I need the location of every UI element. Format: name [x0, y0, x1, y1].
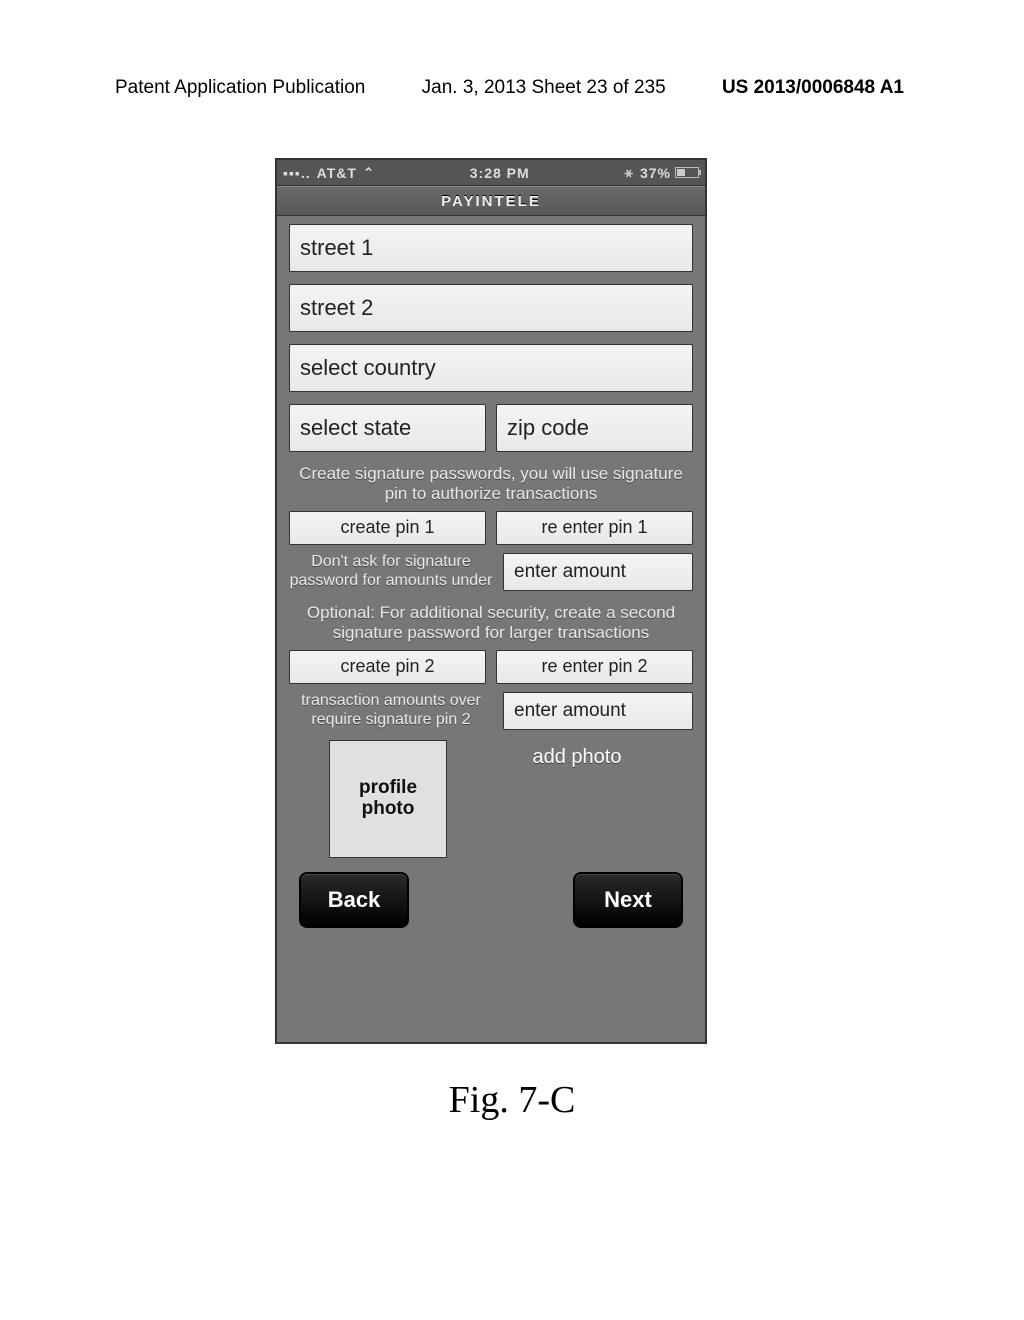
status-bar-right: ⚹ 37%: [625, 164, 699, 181]
patent-header-left: Patent Application Publication: [115, 77, 365, 99]
status-time: 3:28 PM: [470, 165, 530, 181]
phone-frame: ▪▪▪.. AT&T ⌃ 3:28 PM ⚹ 37% PAYINTELE str…: [275, 158, 707, 1044]
battery-icon: [675, 167, 699, 178]
back-button-label: Back: [328, 887, 381, 913]
status-bar: ▪▪▪.. AT&T ⌃ 3:28 PM ⚹ 37%: [277, 160, 705, 186]
carrier-label: AT&T: [317, 165, 357, 181]
next-button[interactable]: Next: [573, 872, 683, 928]
pin2-help-text: Optional: For additional security, creat…: [289, 601, 693, 650]
patent-header: Patent Application Publication Jan. 3, 2…: [0, 77, 1024, 99]
create-pin1-input[interactable]: create pin 1: [289, 511, 486, 545]
street1-placeholder: street 1: [300, 235, 373, 261]
street1-input[interactable]: street 1: [289, 224, 693, 272]
app-title: PAYINTELE: [441, 193, 541, 210]
reenter-pin2-placeholder: re enter pin 2: [541, 656, 647, 677]
add-photo-button[interactable]: add photo: [461, 740, 693, 769]
pin1-under-amount-input[interactable]: enter amount: [503, 553, 693, 591]
bluetooth-icon: ⚹: [625, 164, 634, 181]
signal-bars-icon: ▪▪▪..: [283, 165, 311, 181]
profile-photo-label: profile photo: [330, 778, 446, 820]
patent-header-right: US 2013/0006848 A1: [722, 77, 904, 99]
state-placeholder: select state: [300, 415, 411, 441]
back-button[interactable]: Back: [299, 872, 409, 928]
country-placeholder: select country: [300, 355, 436, 381]
profile-photo-box[interactable]: profile photo: [329, 740, 447, 858]
status-bar-left: ▪▪▪.. AT&T ⌃: [283, 165, 375, 181]
pin1-under-amount-placeholder: enter amount: [514, 561, 626, 583]
next-button-label: Next: [604, 887, 652, 913]
reenter-pin1-placeholder: re enter pin 1: [541, 517, 647, 538]
street2-input[interactable]: street 2: [289, 284, 693, 332]
app-title-bar: PAYINTELE: [277, 186, 705, 216]
reenter-pin2-input[interactable]: re enter pin 2: [496, 650, 693, 684]
pin2-over-amount-placeholder: enter amount: [514, 700, 626, 722]
pin2-over-label: transaction amounts over require signatu…: [289, 692, 493, 729]
state-select[interactable]: select state: [289, 404, 486, 452]
patent-header-center: Jan. 3, 2013 Sheet 23 of 235: [422, 77, 666, 99]
zip-placeholder: zip code: [507, 415, 589, 441]
country-select[interactable]: select country: [289, 344, 693, 392]
wifi-icon: ⌃: [363, 165, 375, 181]
pin1-under-label: Don't ask for signature password for amo…: [289, 553, 493, 590]
form-content: street 1 street 2 select country select …: [277, 216, 705, 940]
add-photo-label: add photo: [533, 746, 622, 768]
pin1-help-text: Create signature passwords, you will use…: [289, 462, 693, 511]
zip-input[interactable]: zip code: [496, 404, 693, 452]
street2-placeholder: street 2: [300, 295, 373, 321]
figure-caption: Fig. 7-C: [0, 1078, 1024, 1122]
battery-pct: 37%: [640, 165, 671, 181]
create-pin2-placeholder: create pin 2: [340, 656, 434, 677]
create-pin1-placeholder: create pin 1: [340, 517, 434, 538]
reenter-pin1-input[interactable]: re enter pin 1: [496, 511, 693, 545]
pin2-over-amount-input[interactable]: enter amount: [503, 692, 693, 730]
create-pin2-input[interactable]: create pin 2: [289, 650, 486, 684]
